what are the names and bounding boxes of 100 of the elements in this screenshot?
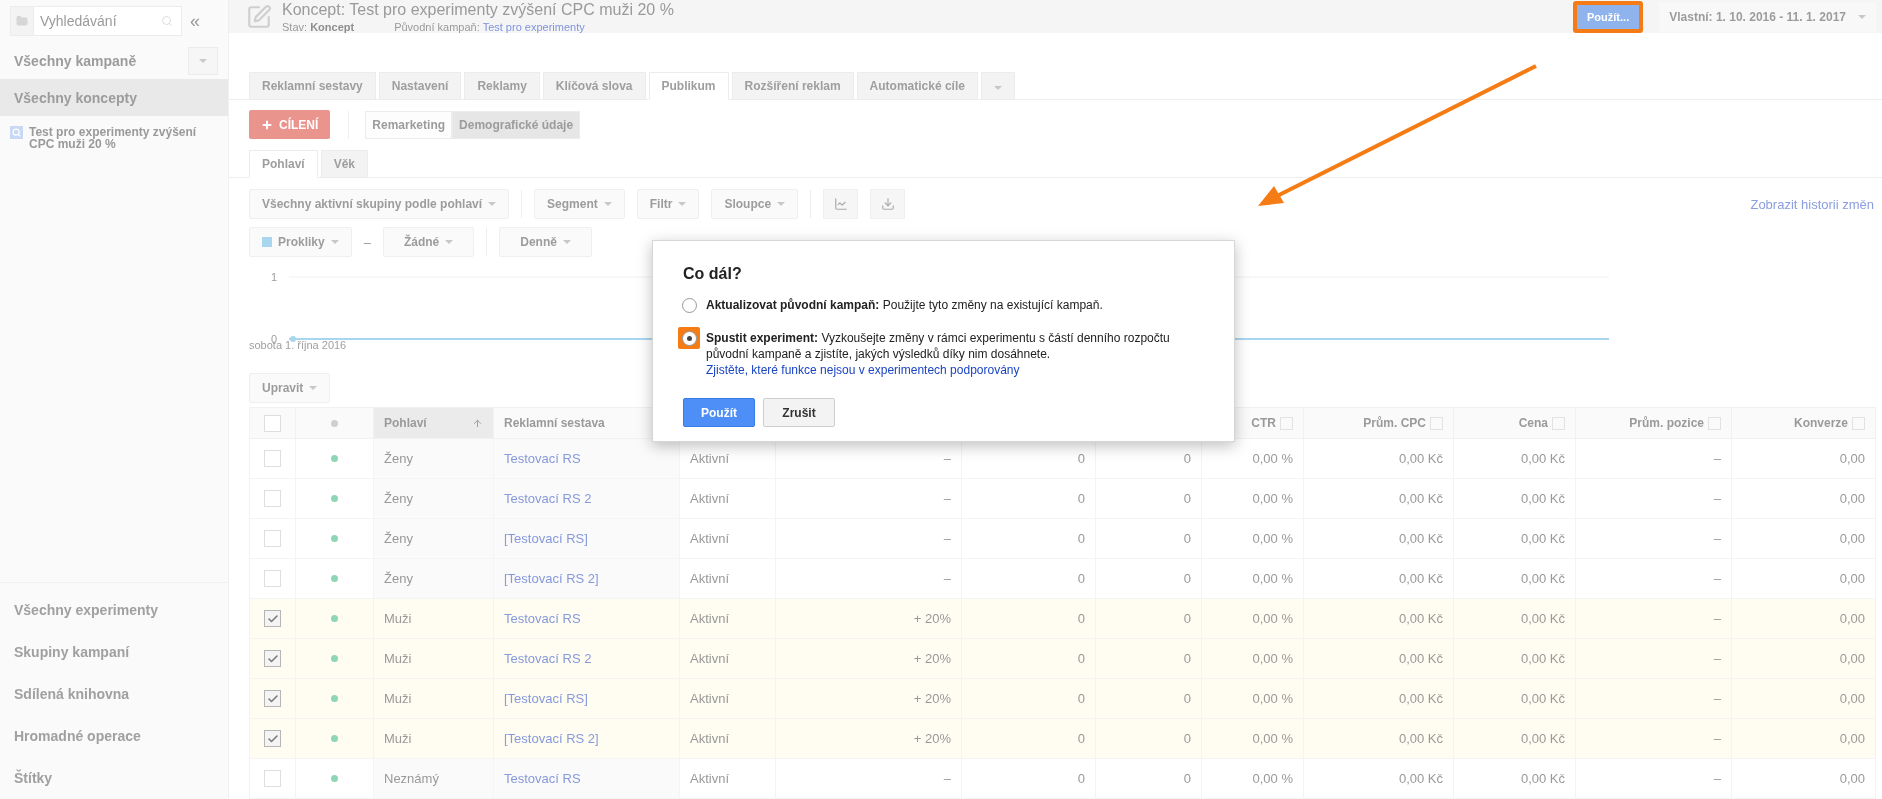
table-cell: 0,00 bbox=[1732, 559, 1876, 599]
tab[interactable]: Pohlaví bbox=[249, 150, 318, 178]
period-dropdown[interactable]: Denně bbox=[499, 227, 592, 257]
help-icon[interactable] bbox=[1552, 416, 1565, 430]
origin-link[interactable]: Test pro experimenty bbox=[482, 20, 585, 33]
caret-icon bbox=[309, 386, 318, 390]
sidebar-item[interactable]: Všechny kampaně bbox=[0, 42, 228, 79]
filter-dropdown[interactable]: Segment bbox=[534, 189, 625, 219]
ad-group-link[interactable]: Testovací RS 2 bbox=[494, 479, 680, 519]
apply-button[interactable]: Použít... bbox=[1573, 0, 1644, 33]
check-icon bbox=[266, 692, 279, 705]
caret-icon bbox=[488, 202, 497, 206]
tab[interactable]: Rozšíření reklam bbox=[731, 72, 854, 100]
column-header[interactable]: Konverze bbox=[1732, 407, 1876, 439]
table-cell: 0 bbox=[1096, 759, 1202, 799]
checkbox[interactable] bbox=[264, 414, 281, 432]
table-cell: – bbox=[1576, 759, 1732, 799]
checkbox[interactable] bbox=[264, 530, 281, 547]
segment-tab[interactable]: Remarketing bbox=[365, 110, 453, 139]
option-text: Spustit experiment: Vyzkoušejte změny v rámci experimentu s částí denního rozpočtu původní kampaně a zjistíte, jakých výsledků díky nim dosáhnete. Zjistěte, které funkce nejsou v experimentech podporovány bbox=[706, 330, 1171, 378]
ad-group-link[interactable]: Testovací RS bbox=[494, 439, 680, 479]
table-cell: 0 bbox=[962, 439, 1096, 479]
help-icon[interactable] bbox=[1280, 416, 1293, 430]
more-tabs-button[interactable] bbox=[980, 72, 1015, 100]
filter-dropdown[interactable]: Filtr bbox=[636, 189, 700, 219]
ad-group-link[interactable]: Testovací RS bbox=[494, 599, 680, 639]
table-cell: Ženy bbox=[374, 559, 494, 599]
checkbox[interactable] bbox=[264, 450, 281, 467]
tab[interactable]: Věk bbox=[320, 150, 369, 178]
column-header[interactable]: Pohlaví bbox=[374, 407, 494, 439]
table-cell: 0,00 Kč bbox=[1304, 559, 1454, 599]
checkbox[interactable] bbox=[264, 570, 281, 587]
column-header[interactable]: Prům. pozice bbox=[1576, 407, 1732, 439]
ad-group-link[interactable]: [Testovací RS 2] bbox=[494, 719, 680, 759]
help-icon[interactable] bbox=[1852, 416, 1865, 430]
history-link[interactable]: Zobrazit historii změn bbox=[1750, 196, 1874, 212]
ad-group-link[interactable]: [Testovací RS] bbox=[494, 679, 680, 719]
page-title: Koncept: Test pro experimenty zvýšení CPC muži 20 % bbox=[282, 0, 675, 19]
help-link[interactable]: Zjistěte, které funkce nejsou v experimentech podporovány bbox=[706, 363, 1020, 377]
checkbox[interactable] bbox=[264, 490, 281, 507]
download-button[interactable] bbox=[870, 189, 906, 219]
collapse-button[interactable]: « bbox=[190, 10, 200, 32]
ad-group-link[interactable]: Testovací RS 2 bbox=[494, 639, 680, 679]
separator-text: – bbox=[363, 234, 371, 250]
column-title: CTR bbox=[1251, 416, 1276, 430]
chart-button[interactable] bbox=[823, 189, 859, 219]
tab[interactable]: Nastavení bbox=[378, 72, 462, 100]
checkbox[interactable] bbox=[264, 770, 281, 787]
dropdown-button[interactable] bbox=[188, 46, 218, 75]
apply-button[interactable]: Použít bbox=[683, 398, 755, 427]
sidebar-item[interactable]: Štítky bbox=[0, 757, 228, 799]
help-icon[interactable] bbox=[1430, 416, 1443, 430]
search-input[interactable]: Vyhledávání bbox=[34, 13, 161, 29]
table-cell: Aktivní bbox=[680, 679, 776, 719]
sidebar-item[interactable]: Skupiny kampaní bbox=[0, 631, 228, 673]
table-cell: Aktivní bbox=[680, 479, 776, 519]
filter-dropdown[interactable]: Sloupce bbox=[711, 189, 799, 219]
column-header[interactable]: Cena bbox=[1454, 407, 1576, 439]
table-cell: 0,00 bbox=[1732, 719, 1876, 759]
table-cell: + 20% bbox=[776, 679, 962, 719]
filter-dropdown[interactable]: Všechny aktivní skupiny podle pohlaví bbox=[249, 189, 510, 219]
search-field[interactable]: Vyhledávání bbox=[10, 6, 182, 36]
tab[interactable]: Reklamy bbox=[464, 72, 540, 100]
table-cell: Aktivní bbox=[680, 719, 776, 759]
segment-tab[interactable]: Demografické údaje bbox=[452, 110, 581, 139]
table-cell: 0,00 % bbox=[1202, 439, 1304, 479]
metric-dropdown[interactable]: Žádné bbox=[382, 227, 475, 257]
table-cell: 0,00 Kč bbox=[1304, 679, 1454, 719]
table-cell: 0 bbox=[962, 559, 1096, 599]
sidebar-item[interactable]: Sdílená knihovna bbox=[0, 673, 228, 715]
radio-button[interactable] bbox=[681, 297, 697, 313]
metric-dropdown[interactable]: Prokliky bbox=[249, 227, 352, 257]
checkbox[interactable] bbox=[264, 730, 281, 747]
status-dot-icon bbox=[331, 735, 338, 742]
targeting-button[interactable]: CÍLENÍ bbox=[249, 110, 331, 139]
help-icon[interactable] bbox=[1708, 416, 1721, 430]
edit-dropdown[interactable]: Upravit bbox=[249, 373, 331, 403]
ad-group-link[interactable]: Testovací RS bbox=[494, 759, 680, 799]
table-cell: 0 bbox=[1096, 639, 1202, 679]
sidebar-item[interactable]: Všechny koncepty bbox=[0, 79, 228, 116]
checkbox[interactable] bbox=[264, 610, 281, 627]
checkbox[interactable] bbox=[264, 650, 281, 667]
tab[interactable]: Reklamní sestavy bbox=[249, 72, 376, 100]
sidebar-item[interactable]: Hromadné operace bbox=[0, 715, 228, 757]
column-header[interactable]: Prům. CPC bbox=[1304, 407, 1454, 439]
table-cell: 0,00 bbox=[1732, 519, 1876, 559]
status-dot-icon bbox=[331, 419, 338, 427]
tab[interactable]: Automatické cíle bbox=[856, 72, 978, 100]
ad-group-link[interactable]: [Testovací RS 2] bbox=[494, 559, 680, 599]
table-cell: 0,00 % bbox=[1202, 559, 1304, 599]
table-cell: 0 bbox=[962, 519, 1096, 559]
cancel-button[interactable]: Zrušit bbox=[763, 398, 835, 427]
checkbox[interactable] bbox=[264, 690, 281, 707]
table-cell: Aktivní bbox=[680, 439, 776, 479]
table-cell: 0 bbox=[962, 639, 1096, 679]
tab[interactable]: Klíčová slova bbox=[542, 72, 646, 100]
campaign-link[interactable]: Test pro experimenty zvýšení CPC muži 20 % bbox=[29, 126, 222, 150]
tab[interactable]: Publikum bbox=[648, 72, 729, 100]
sidebar-item[interactable]: Všechny experimenty bbox=[0, 589, 228, 631]
ad-group-link[interactable]: [Testovací RS] bbox=[494, 519, 680, 559]
